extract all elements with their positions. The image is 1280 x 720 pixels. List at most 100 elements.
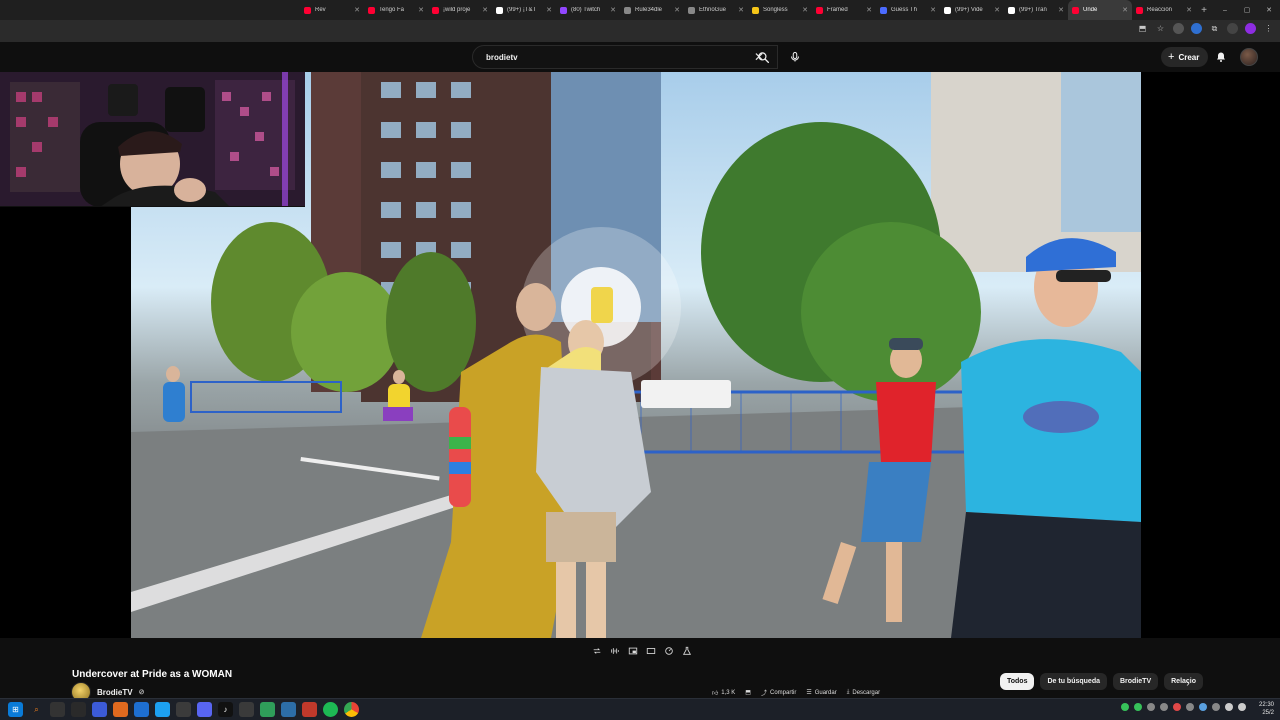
extension-2-icon[interactable] [1191, 23, 1202, 34]
app-11-icon[interactable] [281, 702, 296, 717]
wifi-icon[interactable] [1225, 703, 1233, 711]
browser-tab[interactable]: ¡wild proje ✕ [428, 0, 492, 20]
close-window-button[interactable]: ✕ [1258, 0, 1280, 20]
create-button[interactable]: + Crear [1161, 47, 1209, 67]
app-7-icon[interactable] [176, 702, 191, 717]
tray-2-icon[interactable] [1134, 703, 1142, 711]
video-player[interactable] [0, 72, 1280, 638]
tab-close-icon[interactable]: ✕ [1122, 6, 1128, 14]
windows-start-icon[interactable]: ⊞ [8, 702, 23, 717]
tab-close-icon[interactable]: ✕ [482, 6, 488, 14]
app-6-icon[interactable] [155, 702, 170, 717]
tab-close-icon[interactable]: ✕ [866, 6, 872, 14]
browser-tab[interactable]: Framed ✕ [812, 0, 876, 20]
tab-close-icon[interactable]: ✕ [546, 6, 552, 14]
save-button[interactable]: ☰ Guardar [806, 688, 836, 697]
tab-favicon-icon [432, 6, 439, 14]
browser-tab[interactable]: EthnoGue ✕ [684, 0, 748, 20]
video-actions: 👍︎ 1,3 K ⬒ ⤴ Compartir ☰ Guardar ⤓ Descargar [712, 688, 880, 697]
miniplayer-icon[interactable] [626, 644, 640, 658]
tab-close-icon[interactable]: ✕ [418, 6, 424, 14]
create-label: Crear [1178, 52, 1200, 62]
tab-close-icon[interactable]: ✕ [994, 6, 1000, 14]
tray-4-icon[interactable] [1160, 703, 1168, 711]
app-1-icon[interactable] [50, 702, 65, 717]
chip-channel[interactable]: BrodieTV [1113, 673, 1159, 690]
app-9-icon[interactable] [239, 702, 254, 717]
browser-tab[interactable]: Rule34dle ✕ [620, 0, 684, 20]
browser-tab[interactable]: Unde ✕ [1068, 0, 1132, 20]
tab-close-icon[interactable]: ✕ [802, 6, 808, 14]
plus-icon: + [1168, 51, 1175, 63]
menu-icon[interactable]: ⋮ [1263, 23, 1274, 34]
channel-name[interactable]: BrodieTV [97, 688, 133, 697]
lab-icon[interactable] [680, 644, 694, 658]
browser-tab[interactable]: Songless ✕ [748, 0, 812, 20]
chip-from-search[interactable]: De tu búsqueda [1040, 673, 1107, 690]
loop-icon[interactable] [590, 644, 604, 658]
thumbs-down-icon: ⬒ [745, 690, 751, 696]
bookmark-star-icon[interactable]: ☆ [1155, 23, 1166, 34]
search-button[interactable] [748, 45, 778, 69]
share-button[interactable]: ⤴ Compartir [761, 688, 796, 698]
extension-1-icon[interactable] [1173, 23, 1184, 34]
tab-label: (99+) ¡T&T [507, 7, 537, 13]
app-4-icon[interactable] [113, 702, 128, 717]
tab-close-icon[interactable]: ✕ [738, 6, 744, 14]
puzzle-icon[interactable]: ⧉ [1209, 23, 1220, 34]
tray-6-icon[interactable] [1186, 703, 1194, 711]
account-avatar[interactable] [1240, 48, 1258, 66]
download-button[interactable]: ⤓ Descargar [847, 688, 880, 697]
chevron-right-icon[interactable]: › [1182, 676, 1194, 690]
notifications-button[interactable] [1211, 47, 1231, 67]
search-taskbar-icon[interactable]: ⌕ [29, 702, 44, 717]
audio-track-icon[interactable] [608, 644, 622, 658]
browser-tab[interactable]: (99+) Vide ✕ [940, 0, 1004, 20]
browser-tab[interactable]: Reacción ✕ [1132, 0, 1196, 20]
app-10-icon[interactable] [260, 702, 275, 717]
tab-label: Rule34dle [635, 7, 663, 13]
browser-tab[interactable]: Tengo Fa ✕ [364, 0, 428, 20]
app-2-icon[interactable] [71, 702, 86, 717]
chrome-icon[interactable] [344, 702, 359, 717]
tiktok-icon[interactable]: ♪ [218, 702, 233, 717]
tray-8-icon[interactable] [1212, 703, 1220, 711]
search-input[interactable] [486, 52, 751, 62]
chip-all[interactable]: Todos [1000, 673, 1035, 690]
spotify-icon[interactable] [323, 702, 338, 717]
browser-tab[interactable]: (99+) ¡T&T ✕ [492, 0, 556, 20]
dislike-button[interactable]: ⬒ [745, 688, 751, 697]
app-5-icon[interactable] [134, 702, 149, 717]
tray-3-icon[interactable] [1147, 703, 1155, 711]
tab-close-icon[interactable]: ✕ [674, 6, 680, 14]
like-button[interactable]: 👍︎ 1,3 K [712, 688, 735, 697]
tab-favicon-icon [1072, 6, 1079, 14]
minimize-button[interactable]: – [1214, 0, 1236, 20]
tab-close-icon[interactable]: ✕ [930, 6, 936, 14]
download-icon: ⤓ [846, 689, 850, 695]
profile-icon[interactable] [1245, 23, 1256, 34]
app-8-icon[interactable] [197, 702, 212, 717]
app-3-icon[interactable] [92, 702, 107, 717]
tab-close-icon[interactable]: ✕ [354, 6, 360, 14]
browser-tab[interactable]: (80) Twitch ✕ [556, 0, 620, 20]
new-tab-button[interactable]: + [1196, 2, 1212, 18]
browser-tab[interactable]: (99+) Tran ✕ [1004, 0, 1068, 20]
tab-close-icon[interactable]: ✕ [1058, 6, 1064, 14]
tray-5-icon[interactable] [1173, 703, 1181, 711]
app-12-icon[interactable] [302, 702, 317, 717]
speed-icon[interactable] [662, 644, 676, 658]
maximize-button[interactable]: ▢ [1236, 0, 1258, 20]
install-icon[interactable]: ⬒ [1137, 23, 1148, 34]
tab-close-icon[interactable]: ✕ [1186, 6, 1192, 14]
volume-icon[interactable] [1238, 703, 1246, 711]
tray-7-icon[interactable] [1199, 703, 1207, 711]
extension-3-icon[interactable] [1227, 23, 1238, 34]
taskbar-clock[interactable]: 22:30 25/2 [1259, 701, 1274, 717]
voice-search-button[interactable] [783, 45, 807, 69]
tab-close-icon[interactable]: ✕ [610, 6, 616, 14]
theater-icon[interactable] [644, 644, 658, 658]
tray-1-icon[interactable] [1121, 703, 1129, 711]
browser-tab[interactable]: Rev ✕ [300, 0, 364, 20]
browser-tab[interactable]: Guess Th ✕ [876, 0, 940, 20]
